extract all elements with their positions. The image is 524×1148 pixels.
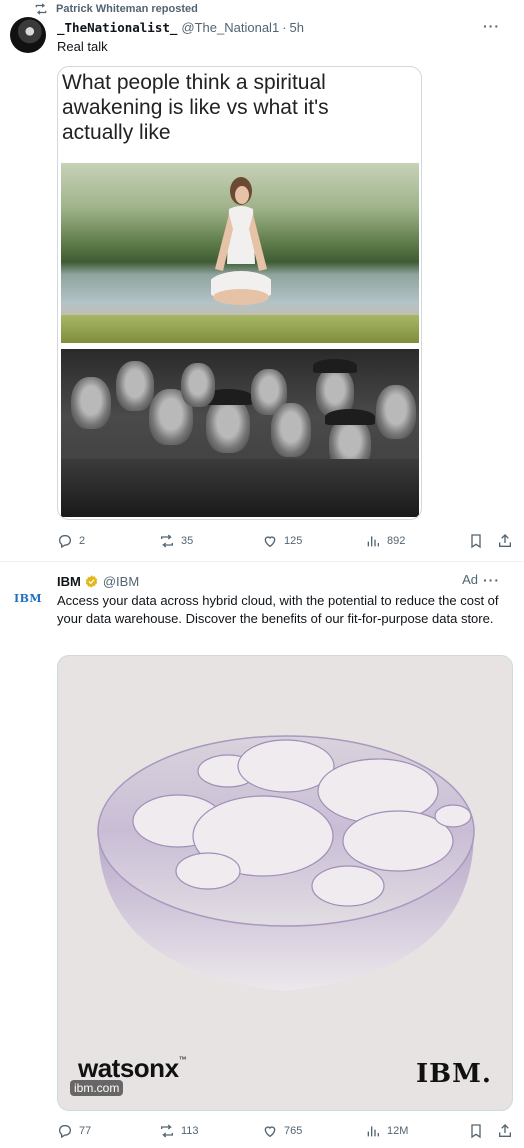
repost-count: 35	[181, 535, 194, 547]
meme-caption: What people think a spiritual awakening …	[62, 71, 329, 144]
separator-dot: ·	[282, 19, 287, 35]
tweet-text: Access your data across hybrid cloud, wi…	[57, 593, 499, 626]
repost-icon	[161, 1124, 173, 1138]
like-count: 765	[284, 1125, 303, 1137]
repost-button[interactable]: 35	[159, 533, 193, 549]
repost-label[interactable]: Patrick Whiteman reposted	[56, 3, 198, 15]
ibm-logo: IBM.	[416, 1059, 492, 1089]
reply-count: 2	[79, 535, 86, 547]
tweet-actions: 2 35 125 892	[57, 530, 512, 552]
tweet-actions: 77 113 765 12M	[57, 1120, 512, 1142]
repost-indicator: Patrick Whiteman reposted	[34, 1, 198, 17]
hybrid-cloud-illustration	[97, 735, 475, 991]
repost-count: 113	[181, 1125, 199, 1137]
repost-icon	[35, 3, 47, 15]
bookmark-icon	[471, 534, 481, 549]
author-handle[interactable]: @The_National1	[181, 20, 279, 35]
view-count: 892	[387, 535, 406, 547]
verified-badge-icon	[85, 574, 98, 588]
analytics-icon	[367, 536, 379, 547]
tweet-ad[interactable]: IBM IBM @IBM Ad ··· Access your data acr…	[0, 563, 524, 1148]
like-button[interactable]: 765	[262, 1123, 302, 1139]
reply-button[interactable]: 77	[57, 1123, 91, 1139]
like-button[interactable]: 125	[262, 533, 302, 549]
bookmark-button[interactable]	[468, 533, 484, 549]
ad-label: Ad	[462, 572, 478, 587]
share-icon	[499, 534, 511, 547]
heart-icon	[264, 1126, 276, 1138]
tweet-text: Real talk	[57, 39, 108, 54]
ibm-avatar-logo: IBM	[13, 591, 43, 605]
reply-button[interactable]: 2	[57, 533, 85, 549]
reply-icon	[59, 535, 71, 549]
view-count: 12M	[387, 1125, 409, 1137]
tweet-header: IBM @IBM Ad ···	[57, 572, 512, 590]
author-name[interactable]: IBM	[57, 574, 81, 589]
reply-icon	[59, 1125, 71, 1139]
tweet-media[interactable]: What people think a spiritual awakening …	[57, 66, 422, 520]
repost-button[interactable]: 113	[159, 1123, 199, 1139]
meditating-woman-figure	[211, 177, 271, 305]
views-button[interactable]: 892	[365, 533, 405, 549]
avatar[interactable]	[10, 17, 46, 53]
author-name[interactable]: _TheNationalist_	[57, 20, 177, 35]
bookmark-button[interactable]	[468, 1123, 484, 1139]
share-icon	[499, 1124, 511, 1137]
soldiers-photo	[61, 349, 419, 517]
views-button[interactable]: 12M	[365, 1123, 408, 1139]
ad-media[interactable]: watsonx™ IBM. ibm.com	[57, 655, 513, 1111]
bookmark-icon	[471, 1124, 481, 1139]
more-options-icon[interactable]: ···	[483, 18, 500, 34]
url-tag[interactable]: ibm.com	[70, 1080, 124, 1096]
timestamp[interactable]: 5h	[290, 20, 304, 35]
share-button[interactable]	[497, 533, 513, 549]
like-count: 125	[284, 535, 303, 547]
share-button[interactable]	[497, 1123, 513, 1139]
meditation-photo	[61, 163, 419, 343]
avatar[interactable]: IBM	[10, 580, 46, 616]
author-handle[interactable]: @IBM	[103, 574, 139, 589]
repost-icon	[161, 534, 173, 548]
heart-icon	[264, 536, 276, 548]
tweet-header: _TheNationalist_ @The_National1 · 5h ···	[57, 18, 512, 36]
tweet-repost[interactable]: Patrick Whiteman reposted _TheNationalis…	[0, 0, 524, 562]
reply-count: 77	[79, 1125, 92, 1137]
more-options-icon[interactable]: ···	[483, 572, 500, 588]
analytics-icon	[367, 1126, 379, 1137]
